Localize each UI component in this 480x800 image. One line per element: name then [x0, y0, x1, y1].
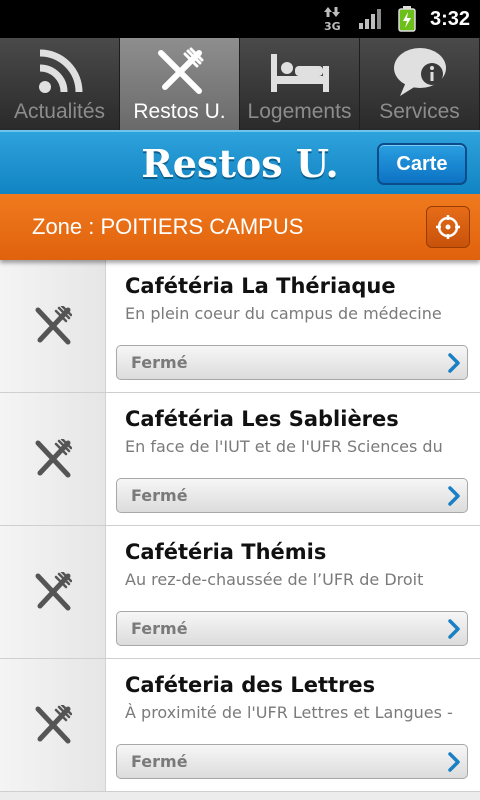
- status-label: Fermé: [131, 619, 188, 638]
- fork-knife-icon: [0, 260, 106, 392]
- zone-bar: Zone : POITIERS CAMPUS: [0, 194, 480, 260]
- status-label: Fermé: [131, 486, 188, 505]
- zone-label: Zone : POITIERS CAMPUS: [32, 214, 304, 239]
- signal-icon: [358, 8, 384, 30]
- status-badge[interactable]: Fermé: [116, 478, 468, 513]
- status-badge[interactable]: Fermé: [116, 611, 468, 646]
- tab-logements[interactable]: Logements: [240, 38, 360, 130]
- restaurant-name: Caféteria des Lettres: [125, 673, 376, 697]
- restaurant-list: Cafétéria La Thériaque En plein coeur du…: [0, 260, 480, 792]
- status-label: Fermé: [131, 752, 188, 771]
- list-item[interactable]: Caféteria des Lettres À proximité de l'U…: [0, 659, 480, 792]
- restaurant-name: Cafétéria Les Sablières: [125, 407, 399, 431]
- header-bar: Restos U. Carte: [0, 130, 480, 194]
- tab-label: Actualités: [13, 100, 106, 123]
- status-time: 3:32: [429, 7, 470, 30]
- fork-knife-icon: [155, 46, 205, 98]
- status-label: Fermé: [131, 353, 188, 372]
- tab-label: Logements: [247, 100, 352, 123]
- restaurant-description: Au rez-de-chaussée de l’UFR de Droit: [125, 570, 424, 589]
- status-badge[interactable]: Fermé: [116, 744, 468, 779]
- fork-knife-icon: [0, 526, 106, 658]
- restaurant-description: À proximité de l'UFR Lettres et Langues …: [125, 703, 453, 722]
- data-arrows-icon: 3G: [322, 6, 344, 32]
- map-button[interactable]: Carte: [377, 143, 467, 185]
- tab-actualites[interactable]: Actualités: [0, 38, 120, 130]
- restaurant-description: En plein coeur du campus de médecine: [125, 304, 442, 323]
- locate-button[interactable]: [426, 206, 470, 248]
- status-bar: 3G 3:32: [0, 0, 480, 38]
- tab-label: Restos U.: [133, 100, 226, 123]
- restaurant-name: Cafétéria Thémis: [125, 540, 327, 564]
- list-item[interactable]: Cafétéria Thémis Au rez-de-chaussée de l…: [0, 526, 480, 659]
- restaurant-name: Cafétéria La Thériaque: [125, 274, 396, 298]
- rss-icon: [36, 46, 84, 98]
- tab-restos[interactable]: Restos U.: [120, 38, 240, 130]
- bed-icon: [269, 46, 331, 98]
- locate-icon: [436, 215, 460, 239]
- fork-knife-icon: [0, 659, 106, 791]
- chevron-right-icon: [448, 752, 460, 772]
- status-badge[interactable]: Fermé: [116, 345, 468, 380]
- list-item[interactable]: Cafétéria Les Sablières En face de l'IUT…: [0, 393, 480, 526]
- chevron-right-icon: [448, 353, 460, 373]
- tab-bar: Actualités Restos U. Logements Services: [0, 38, 480, 130]
- tab-services[interactable]: Services: [360, 38, 480, 130]
- tab-label: Services: [379, 100, 460, 123]
- svg-text:3G: 3G: [324, 20, 341, 32]
- chevron-right-icon: [448, 619, 460, 639]
- restaurant-description: En face de l'IUT et de l'UFR Sciences du: [125, 437, 443, 456]
- battery-charging-icon: [398, 6, 416, 32]
- info-bubble-icon: [392, 46, 448, 98]
- list-item[interactable]: Cafétéria La Thériaque En plein coeur du…: [0, 260, 480, 393]
- fork-knife-icon: [0, 393, 106, 525]
- chevron-right-icon: [448, 486, 460, 506]
